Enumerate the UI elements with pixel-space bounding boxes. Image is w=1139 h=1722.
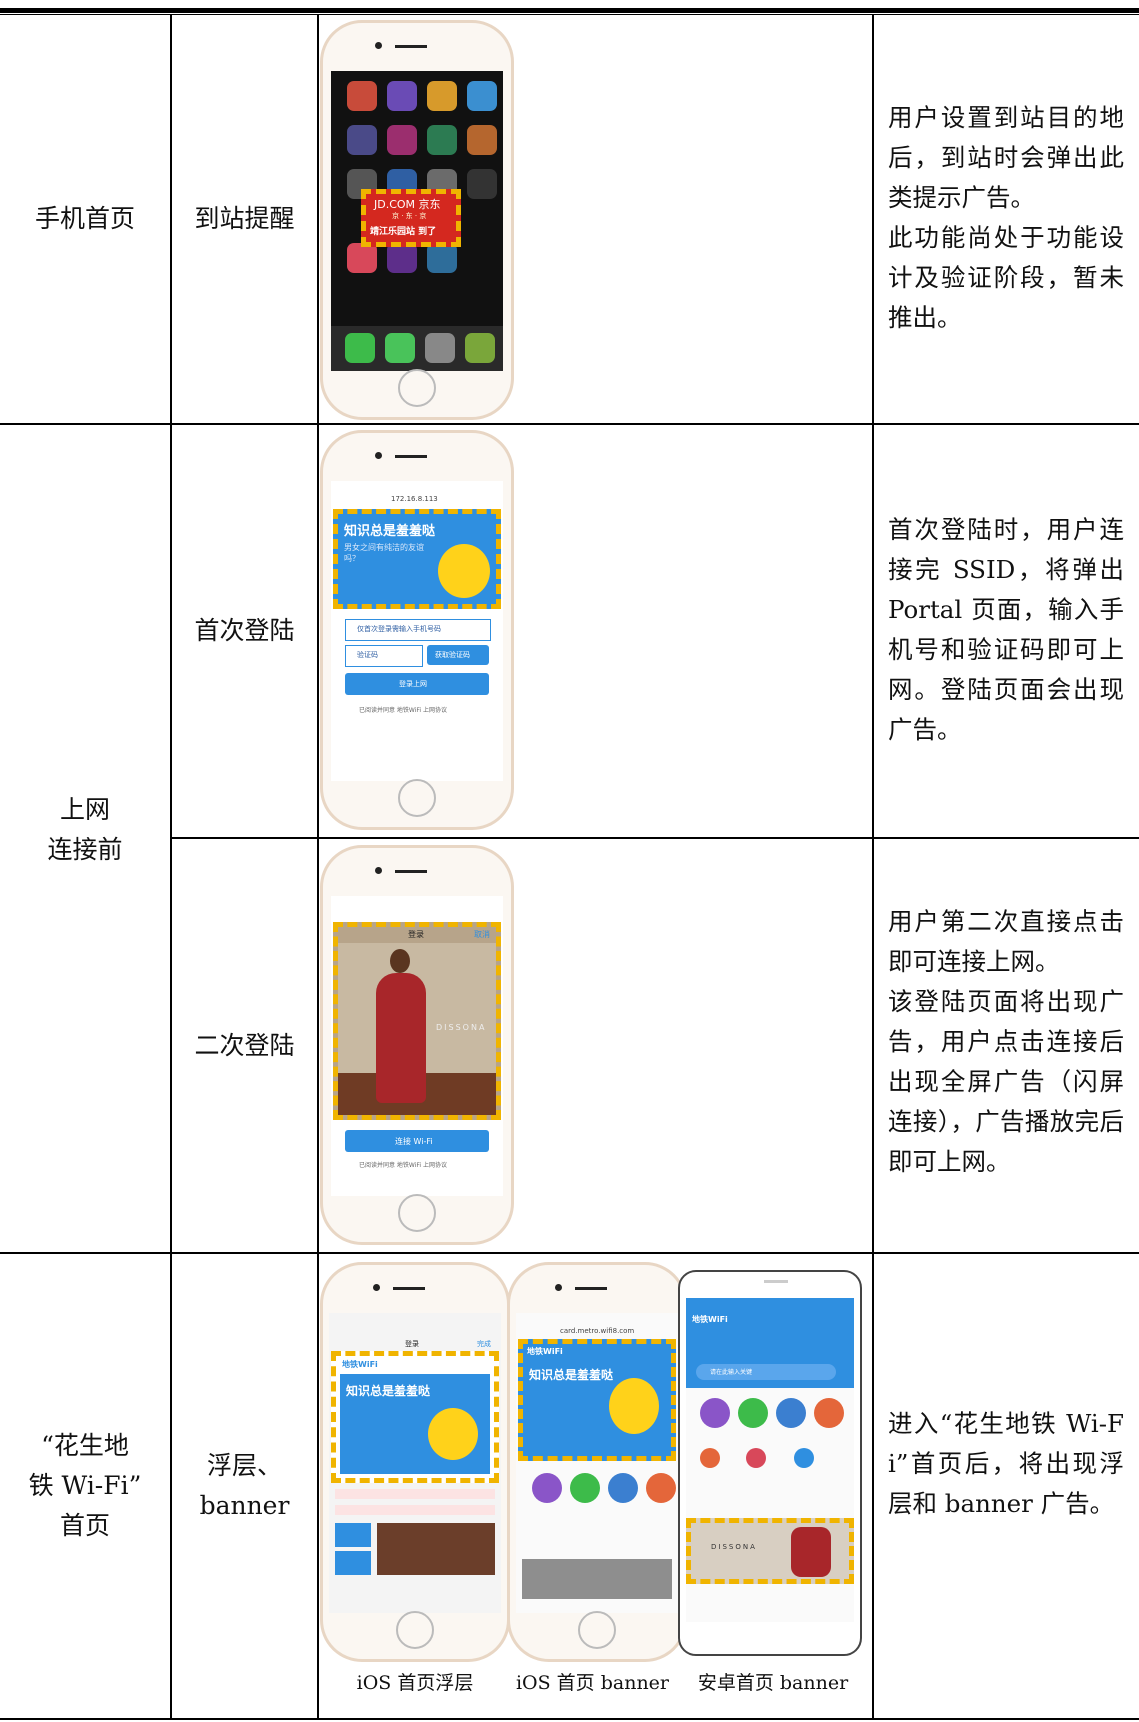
agreement-text[interactable]: 已阅读并同意 地铁WiFi 上网协议 <box>359 1160 447 1169</box>
description-paragraph: 此功能尚处于功能设计及验证阶段，暂未推出。 <box>888 223 1124 332</box>
phone-mockup: card.metro.wifi8.com 地铁WiFi 知识总是羞羞哒 <box>507 1262 687 1662</box>
ad-brand: DISSONA <box>711 1543 757 1551</box>
home-button <box>396 1611 434 1649</box>
caption-ios-banner: iOS 首页 banner <box>515 1672 670 1694</box>
portal-ad-banner[interactable]: 知识总是羞羞哒 男女之间有纯洁的友谊吗？ <box>333 509 501 609</box>
full-image-ad[interactable]: 登录 取消 DISSONA <box>333 922 501 1120</box>
feature-cell: 二次登陆 <box>194 1030 295 1060</box>
feature-cell: 浮层、 banner <box>199 1451 290 1520</box>
phone-screen: 登录 取消 DISSONA 连接 Wi-Fi 已阅读并同意 地铁WiFi 上网协… <box>331 896 503 1196</box>
feature-cell: 到站提醒 <box>194 204 295 233</box>
description-cell: 用户设置到站目的地后，到站时会弹出此类提示广告。 此功能尚处于功能设计及验证阶段… <box>888 98 1124 338</box>
cartoon-mascot <box>438 544 490 598</box>
ad-brand: DISSONA <box>436 1023 487 1032</box>
home-button <box>398 1194 436 1232</box>
ad-title: 知识总是羞羞哒 <box>346 1384 431 1398</box>
nav-cancel[interactable]: 取消 <box>474 929 490 940</box>
nav-done[interactable]: 完成 <box>477 1339 491 1349</box>
url-bar[interactable]: 172.16.8.113 <box>391 495 438 503</box>
phone-mockup: 登录 完成 地铁WiFi 知识总是羞羞哒 <box>320 1262 510 1662</box>
app-name: 地铁WiFi <box>342 1360 378 1369</box>
feature-cell: 首次登陆 <box>194 616 295 645</box>
phone-mockup: 登录 取消 DISSONA 连接 Wi-Fi 已阅读并同意 地铁WiFi 上网协… <box>320 845 514 1245</box>
connect-label: 连接 Wi-Fi <box>395 1137 433 1146</box>
category-cell: 手机首页 <box>34 204 135 233</box>
url-bar[interactable]: card.metro.wifi8.com <box>560 1327 634 1335</box>
description-paragraph: 用户第二次直接点击即可连接上网。 <box>888 907 1124 976</box>
login-button[interactable]: 登录上网 <box>345 673 489 695</box>
description-paragraph: 进入“花生地铁 Wi-Fi”首页后，将出现浮层和 banner 广告。 <box>888 1409 1124 1518</box>
connect-wifi-button[interactable]: 连接 Wi-Fi <box>345 1130 489 1152</box>
phone-screen: 172.16.8.113 知识总是羞羞哒 男女之间有纯洁的友谊吗？ 仅首次登录需… <box>331 481 503 781</box>
phone-screen: card.metro.wifi8.com 地铁WiFi 知识总是羞羞哒 <box>516 1313 678 1613</box>
column-divider <box>317 15 319 1720</box>
ad-promo: 京 · 东 · 京 <box>392 212 427 220</box>
home-button <box>578 1611 616 1649</box>
description-paragraph: 首次登陆时，用户连接完 SSID，将弹出 Portal 页面，输入手机号和验证码… <box>888 515 1124 744</box>
code-input[interactable]: 验证码 <box>357 650 378 660</box>
ios-banner-ad[interactable]: 地铁WiFi 知识总是羞羞哒 <box>518 1339 676 1461</box>
caption-ios-overlay: iOS 首页浮层 <box>356 1672 474 1694</box>
red-dress <box>376 973 426 1103</box>
search-input[interactable]: 请在此输入关键 <box>696 1364 836 1380</box>
phone-mockup: 172.16.8.113 知识总是羞羞哒 男女之间有纯洁的友谊吗？ 仅首次登录需… <box>320 430 514 830</box>
description-cell: 用户第二次直接点击即可连接上网。 该登陆页面将出现广告，用户点击连接后出现全屏广… <box>888 902 1124 1182</box>
red-dress <box>791 1527 831 1577</box>
nav-title: 登录 <box>408 930 424 939</box>
category-cell: 上网 连接前 <box>47 795 123 864</box>
home-button <box>398 369 436 407</box>
get-code-label: 获取验证码 <box>435 651 470 659</box>
cartoon-mascot <box>609 1378 659 1434</box>
get-code-button[interactable]: 获取验证码 <box>427 645 489 665</box>
description-paragraph: 该登陆页面将出现广告，用户点击连接后出现全屏广告（闪屏连接），广告播放完后即可上… <box>888 987 1124 1176</box>
cartoon-mascot <box>428 1408 478 1460</box>
ad-subtitle: 男女之间有纯洁的友谊吗？ <box>344 543 424 563</box>
description-cell: 首次登陆时，用户连接完 SSID，将弹出 Portal 页面，输入手机号和验证码… <box>888 510 1124 750</box>
app-name: 地铁WiFi <box>527 1347 563 1356</box>
phone-screen: 地铁WiFi 请在此输入关键 DISSONA <box>686 1298 854 1622</box>
model-head <box>390 949 410 973</box>
ad-alert: 靖江乐园站 到了 <box>370 227 437 237</box>
phone-mockup: JD.COM 京东 京 · 东 · 京 靖江乐园站 到了 <box>320 20 514 420</box>
login-label: 登录上网 <box>399 680 427 688</box>
agreement-text[interactable]: 已阅读并同意 地铁WiFi 上网协议 <box>359 705 447 714</box>
arrival-ad-popup[interactable]: JD.COM 京东 京 · 东 · 京 靖江乐园站 到了 <box>361 189 461 247</box>
app-name: 地铁WiFi <box>692 1315 728 1324</box>
phone-input[interactable]: 仅首次登录需输入手机号码 <box>357 624 441 634</box>
search-placeholder: 请在此输入关键 <box>710 1369 753 1376</box>
phone-mockup: 地铁WiFi 请在此输入关键 DISSONA <box>678 1270 862 1656</box>
description-cell: 进入“花生地铁 Wi-Fi”首页后，将出现浮层和 banner 广告。 <box>888 1404 1124 1524</box>
ad-brand: JD.COM 京东 <box>374 198 441 211</box>
android-banner-ad[interactable]: DISSONA <box>686 1518 854 1584</box>
phone-screen: JD.COM 京东 京 · 东 · 京 靖江乐园站 到了 <box>331 71 503 371</box>
nav-title: 登录 <box>405 1340 419 1348</box>
home-button <box>398 779 436 817</box>
overlay-ad[interactable]: 地铁WiFi 知识总是羞羞哒 <box>331 1351 499 1483</box>
column-divider <box>872 15 874 1720</box>
ad-title: 知识总是羞羞哒 <box>344 524 436 539</box>
caption-android-banner: 安卓首页 banner <box>697 1672 849 1694</box>
table-top-rule <box>0 8 1139 13</box>
phone-screen: 登录 完成 地铁WiFi 知识总是羞羞哒 <box>329 1313 501 1613</box>
ad-title: 知识总是羞羞哒 <box>529 1368 614 1382</box>
category-cell: “花生地 铁 Wi-Fi” 首页 <box>28 1431 142 1540</box>
description-paragraph: 用户设置到站目的地后，到站时会弹出此类提示广告。 <box>888 103 1124 212</box>
